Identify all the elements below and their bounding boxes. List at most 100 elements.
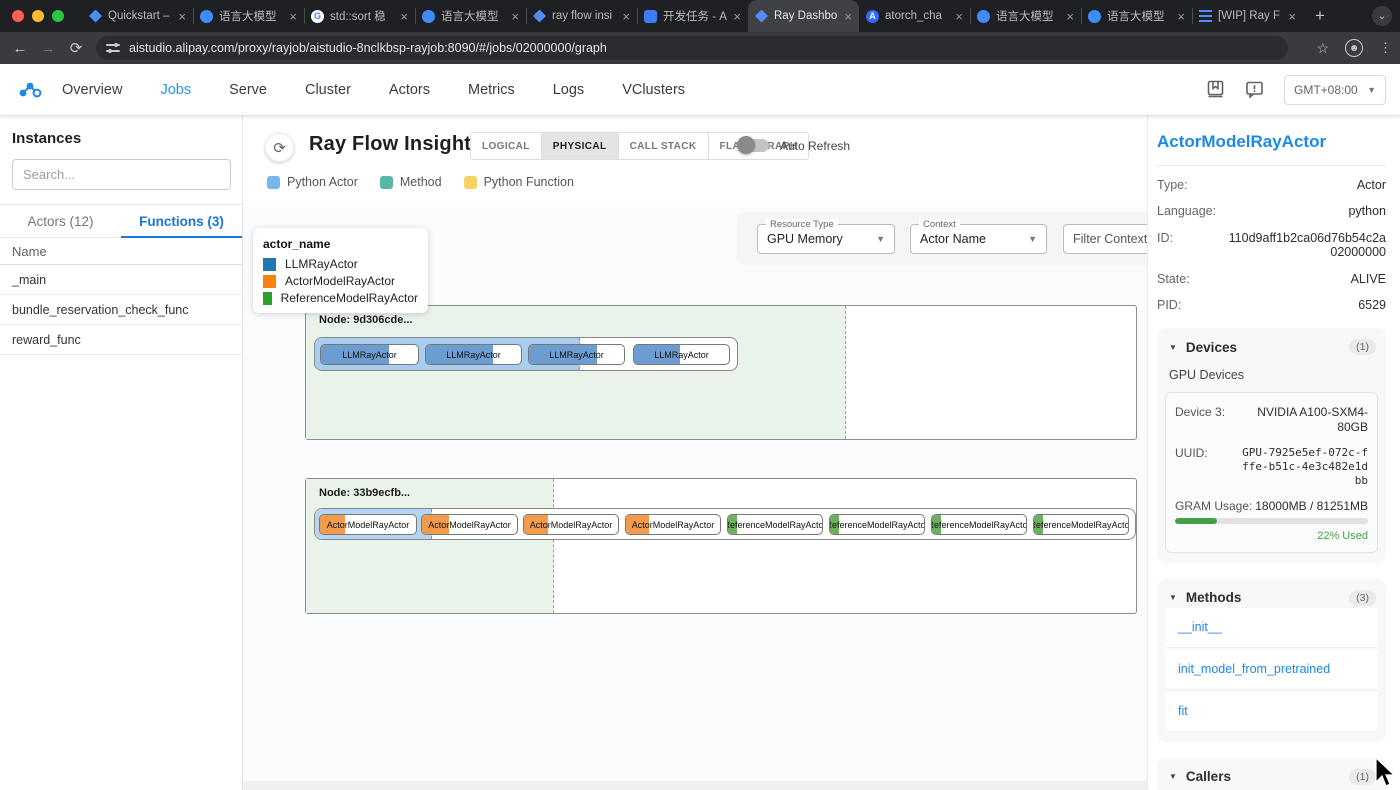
nav-link-serve[interactable]: Serve — [229, 82, 267, 98]
actor-box-actormodelrayactor[interactable]: ActorModelRayActor — [523, 514, 619, 535]
method-link-init[interactable]: __init__ — [1165, 607, 1378, 648]
tab-close-icon[interactable]: × — [733, 10, 741, 23]
actor-box-referencemodelrayactor[interactable]: ReferenceModelRayActor — [829, 514, 925, 535]
profile-avatar-icon[interactable]: ☻ — [1345, 39, 1363, 57]
view-mode-logical[interactable]: LOGICAL — [471, 133, 542, 159]
actor-box-actormodelrayactor[interactable]: ActorModelRayActor — [421, 514, 518, 535]
back-icon[interactable]: ← — [6, 40, 34, 57]
actor-box-llmrayactor[interactable]: LLMRayActor — [528, 344, 625, 365]
tab-functions[interactable]: Functions (3) — [121, 205, 242, 238]
forward-icon[interactable]: → — [34, 40, 62, 57]
collapse-triangle-icon[interactable]: ▼ — [1169, 593, 1177, 602]
bookmark-star-icon[interactable]: ☆ — [1316, 40, 1329, 57]
tab-close-icon[interactable]: × — [400, 10, 408, 23]
site-settings-icon[interactable] — [106, 43, 120, 53]
gpu-devices-subtitle: GPU Devices — [1169, 368, 1245, 383]
browser-menu-icon[interactable]: ⋮ — [1379, 40, 1392, 56]
actor-box-referencemodelrayactor[interactable]: ReferenceModelRayActor — [931, 514, 1027, 535]
resource-type-select[interactable]: Resource Type GPU Memory ▼ — [757, 219, 895, 254]
list-item-main[interactable]: _main — [0, 265, 242, 295]
window-minimize-button[interactable] — [32, 10, 44, 22]
actor-box-actormodelrayactor[interactable]: ActorModelRayActor — [625, 514, 721, 535]
devices-section-header[interactable]: ▼ Devices (1) — [1165, 337, 1378, 356]
browser-tab-active[interactable]: Ray Dashbo × — [748, 0, 859, 32]
node-label: Node: 9d306cde... — [319, 314, 413, 326]
collapse-triangle-icon[interactable]: ▼ — [1169, 772, 1177, 781]
nav-link-jobs[interactable]: Jobs — [160, 82, 191, 98]
nav-link-overview[interactable]: Overview — [62, 82, 122, 98]
browser-tab[interactable]: ray flow insi × — [526, 0, 637, 32]
filter-context-value-input[interactable] — [1063, 224, 1147, 254]
timezone-select[interactable]: GMT+08:00 ▼ — [1284, 74, 1386, 105]
tab-close-icon[interactable]: × — [622, 10, 630, 23]
cluster-node-33b9ecfb[interactable]: Node: 33b9ecfb... ActorModelRayActor Act… — [305, 478, 1137, 614]
actor-box-llmrayactor[interactable]: LLMRayActor — [320, 344, 419, 365]
sidebar-title: Instances — [12, 130, 82, 147]
nav-link-vclusters[interactable]: VClusters — [622, 82, 685, 98]
horizontal-scrollbar[interactable] — [243, 781, 1147, 790]
view-mode-call-stack[interactable]: CALL STACK — [618, 133, 709, 159]
auto-refresh-toggle[interactable] — [737, 136, 769, 154]
search-input[interactable] — [12, 159, 231, 190]
collapse-triangle-icon[interactable]: ▼ — [1169, 343, 1177, 352]
info-row-language: Language: python — [1157, 204, 1386, 218]
tab-close-icon[interactable]: × — [178, 10, 186, 23]
tab-search-chevron-icon[interactable]: ⌄ — [1372, 6, 1392, 26]
info-label: Language: — [1157, 204, 1217, 219]
feedback-icon[interactable] — [1245, 80, 1264, 99]
cluster-node-9d306cde[interactable]: Node: 9d306cde... LLMRayActor LLMRayActo… — [305, 305, 1137, 440]
info-value: 6529 — [1358, 297, 1386, 312]
list-item-reward-func[interactable]: reward_func — [0, 325, 242, 355]
nav-link-logs[interactable]: Logs — [553, 82, 584, 98]
method-link-init-model-from-pretrained[interactable]: init_model_from_pretrained — [1165, 649, 1378, 690]
window-close-button[interactable] — [12, 10, 24, 22]
actor-box-actormodelrayactor-selected[interactable]: ActorModelRayActor — [319, 514, 417, 535]
actor-box-llmrayactor[interactable]: LLMRayActor — [633, 344, 730, 365]
callers-section-header[interactable]: ▼ Callers (1) — [1165, 767, 1378, 785]
node-label: Node: 33b9ecfb... — [319, 487, 411, 499]
browser-tab[interactable]: 语言大模型 × — [415, 0, 526, 32]
browser-tab[interactable]: Gstd::sort 稳 × — [304, 0, 415, 32]
tab-close-icon[interactable]: × — [1288, 10, 1296, 23]
actor-box-referencemodelrayactor[interactable]: ReferenceModelRayActor — [1033, 514, 1129, 535]
refresh-button[interactable]: ⟳ — [265, 133, 294, 162]
new-tab-button[interactable]: + — [1315, 6, 1325, 26]
tab-close-icon[interactable]: × — [1177, 10, 1185, 23]
view-mode-physical[interactable]: PHYSICAL — [541, 133, 619, 159]
list-item-bundle-reservation-check-func[interactable]: bundle_reservation_check_func — [0, 295, 242, 325]
actor-box-label: LLMRayActor — [446, 349, 501, 360]
browser-tab[interactable]: Quickstart – × — [82, 0, 193, 32]
address-bar[interactable]: aistudio.alipay.com/proxy/rayjob/aistudi… — [96, 36, 1288, 60]
browser-tab[interactable]: [WIP] Ray F × — [1192, 0, 1303, 32]
url-text[interactable]: aistudio.alipay.com/proxy/rayjob/aistudi… — [129, 41, 607, 55]
tab-close-icon[interactable]: × — [289, 10, 297, 23]
browser-tab[interactable]: Aatorch_cha × — [859, 0, 970, 32]
tab-close-icon[interactable]: × — [844, 10, 852, 23]
info-label: State: — [1157, 271, 1190, 286]
actor-box-label: ReferenceModelRayActor — [931, 519, 1027, 530]
reload-icon[interactable]: ⟳ — [62, 39, 90, 57]
context-select[interactable]: Context Actor Name ▼ — [910, 219, 1047, 254]
nav-link-actors[interactable]: Actors — [389, 82, 430, 98]
actor-box-referencemodelrayactor[interactable]: ReferenceModelRayActor — [727, 514, 823, 535]
tab-close-icon[interactable]: × — [1066, 10, 1074, 23]
nav-link-cluster[interactable]: Cluster — [305, 82, 351, 98]
llm-favicon — [200, 9, 213, 23]
browser-tab[interactable]: 开发任务 - A × — [637, 0, 748, 32]
methods-section-header[interactable]: ▼ Methods (3) — [1165, 588, 1378, 606]
docs-book-icon[interactable] — [1206, 80, 1225, 99]
browser-tab[interactable]: 语言大模型 × — [970, 0, 1081, 32]
python-actor-swatch — [267, 175, 280, 189]
tab-close-icon[interactable]: × — [955, 10, 963, 23]
window-zoom-button[interactable] — [52, 10, 64, 22]
method-link-fit[interactable]: fit — [1165, 691, 1378, 732]
actor-box-llmrayactor[interactable]: LLMRayActor — [425, 344, 522, 365]
wip-favicon — [1199, 10, 1212, 22]
browser-tab[interactable]: 语言大模型 × — [1081, 0, 1192, 32]
nav-link-metrics[interactable]: Metrics — [468, 82, 515, 98]
browser-tab[interactable]: 语言大模型 × — [193, 0, 304, 32]
tab-close-icon[interactable]: × — [511, 10, 519, 23]
actor-detail-panel: ActorModelRayActor Type: Actor Language: p… — [1157, 115, 1386, 790]
python-function-swatch — [463, 175, 477, 189]
tab-actors[interactable]: Actors (12) — [0, 205, 121, 237]
